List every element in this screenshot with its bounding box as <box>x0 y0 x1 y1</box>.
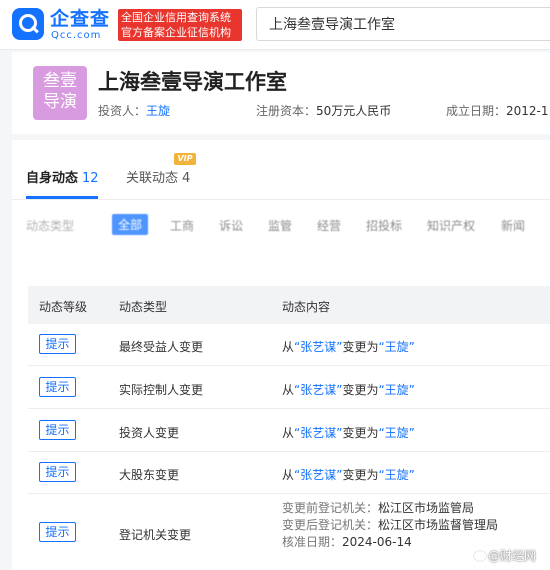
tab-self-count: 12 <box>82 171 99 186</box>
avatar-line-2: 导演 <box>43 92 77 112</box>
weibo-icon <box>474 551 486 561</box>
slogan-badge: 全国企业信用查询系统 官方备案企业征信机构 <box>118 9 242 41</box>
to-person-link[interactable]: “王旋” <box>378 426 414 440</box>
before-label: 变更前登记机关： <box>282 501 379 515</box>
header-content: 动态内容 <box>282 300 331 314</box>
tab-related-dynamics[interactable]: 关联动态 4 <box>126 167 190 186</box>
row-content: 从“张艺谋”变更为“王旋” <box>282 466 415 483</box>
filter-chip-bidding[interactable]: 招投标 <box>366 217 402 234</box>
table-row: 提示 投资人变更 从“张艺谋”变更为“王旋” <box>28 409 550 452</box>
slogan-line-1: 全国企业信用查询系统 <box>121 11 231 24</box>
from-person-link[interactable]: “张艺谋” <box>294 383 342 397</box>
filter-label: 动态类型 <box>26 219 75 233</box>
capital-info: 注册资本：50万元人民币 <box>256 102 391 119</box>
tab-self-dynamics[interactable]: 自身动态 12 <box>26 167 99 186</box>
date-label: 核准日期： <box>282 535 343 549</box>
tab-related-label: 关联动态 <box>126 171 179 186</box>
content-from-prefix: 从 <box>282 340 295 354</box>
detail-after: 变更后登记机关：松江区市场监督管理局 <box>282 517 498 533</box>
content-from-prefix: 从 <box>282 383 295 397</box>
filter-chip-ip[interactable]: 知识产权 <box>427 217 475 234</box>
company-name: 上海叁壹导演工作室 <box>98 70 287 94</box>
capital-value: 50万元人民币 <box>316 104 392 118</box>
filter-chip-all[interactable]: 全部 <box>112 214 149 235</box>
company-avatar: 叁壹 导演 <box>33 66 87 120</box>
detail-date: 核准日期：2024-06-14 <box>282 534 412 550</box>
top-header: 企查查 Qcc.com 全国企业信用查询系统 官方备案企业征信机构 <box>0 0 550 50</box>
row-content: 从“张艺谋”变更为“王旋” <box>282 424 415 441</box>
qcc-logo[interactable]: 企查查 Qcc.com <box>12 8 116 42</box>
to-person-link[interactable]: “王旋” <box>378 383 414 397</box>
table-row: 提示 实际控制人变更 从“张艺谋”变更为“王旋” <box>28 366 550 409</box>
from-person-link[interactable]: “张艺谋” <box>294 468 342 482</box>
row-type: 登记机关变更 <box>119 528 192 542</box>
logo-cn-text: 企查查 <box>50 8 111 30</box>
level-tag: 提示 <box>39 462 76 482</box>
before-value: 松江区市场监管局 <box>378 501 475 515</box>
level-tag: 提示 <box>39 334 76 354</box>
avatar-line-1: 叁壹 <box>43 71 77 91</box>
row-type: 实际控制人变更 <box>119 383 204 397</box>
table-row: 提示 登记机关变更 变更前登记机关：松江区市场监管局 变更后登记机关：松江区市场… <box>28 494 550 570</box>
dynamics-panel: 自身动态 12 关联动态 4 VIP 动态类型 全部 工商 诉讼 监管 经营 招投标… <box>12 140 550 570</box>
from-person-link[interactable]: “张艺谋” <box>294 340 342 354</box>
to-person-link[interactable]: “王旋” <box>378 340 414 354</box>
content-to-prefix: 变更为 <box>342 468 379 482</box>
filter-chip-news[interactable]: 新闻 <box>501 217 525 234</box>
investor-label: 投资人： <box>98 104 147 118</box>
header-type: 动态类型 <box>119 300 168 314</box>
watermark-text: @财经网 <box>488 549 537 563</box>
weibo-watermark: @财经网 <box>474 547 536 564</box>
date-value: 2024-06-14 <box>342 535 412 549</box>
logo-en-text: Qcc.com <box>51 30 102 41</box>
table-row: 提示 大股东变更 从“张艺谋”变更为“王旋” <box>28 452 550 494</box>
level-tag: 提示 <box>39 377 76 397</box>
table-header: 动态等级 动态类型 动态内容 <box>28 286 550 324</box>
active-tab-underline <box>26 196 98 199</box>
to-person-link[interactable]: “王旋” <box>378 468 414 482</box>
vip-badge: VIP <box>174 153 196 165</box>
capital-label: 注册资本： <box>256 104 317 118</box>
content-from-prefix: 从 <box>282 468 295 482</box>
row-type: 投资人变更 <box>119 426 180 440</box>
founded-label: 成立日期： <box>446 104 507 118</box>
content-from-prefix: 从 <box>282 426 295 440</box>
table-row: 提示 最终受益人变更 从“张艺谋”变更为“王旋” <box>28 324 550 366</box>
from-person-link[interactable]: “张艺谋” <box>294 426 342 440</box>
company-card: 叁壹 导演 上海叁壹导演工作室 投资人：王旋 注册资本：50万元人民币 成立日期… <box>12 52 550 134</box>
filter-chip-litigation[interactable]: 诉讼 <box>219 217 243 234</box>
level-tag: 提示 <box>39 420 76 440</box>
level-tag: 提示 <box>39 522 76 542</box>
filter-chip-operation[interactable]: 经营 <box>317 217 341 234</box>
founded-info: 成立日期：2012-1 <box>446 102 549 119</box>
filter-chip-business[interactable]: 工商 <box>170 217 194 234</box>
detail-before: 变更前登记机关：松江区市场监管局 <box>282 500 474 516</box>
after-label: 变更后登记机关： <box>282 518 379 532</box>
founded-value: 2012-1 <box>506 104 549 118</box>
investor-info: 投资人：王旋 <box>98 102 170 119</box>
row-type: 大股东变更 <box>119 468 180 482</box>
content-to-prefix: 变更为 <box>342 340 379 354</box>
row-type: 最终受益人变更 <box>119 340 204 354</box>
dynamics-tabs: 自身动态 12 关联动态 4 VIP <box>12 140 550 200</box>
type-filter-bar: 动态类型 全部 工商 诉讼 监管 经营 招投标 知识产权 新闻 <box>12 212 550 238</box>
filter-chip-regulation[interactable]: 监管 <box>268 217 292 234</box>
row-content: 从“张艺谋”变更为“王旋” <box>282 338 415 355</box>
tab-self-label: 自身动态 <box>26 171 79 186</box>
tab-related-count: 4 <box>182 171 191 186</box>
search-input[interactable] <box>256 7 550 41</box>
header-level: 动态等级 <box>39 300 88 314</box>
content-to-prefix: 变更为 <box>342 426 379 440</box>
after-value: 松江区市场监督管理局 <box>378 518 499 532</box>
investor-link[interactable]: 王旋 <box>146 104 170 118</box>
qcc-logo-icon <box>12 8 44 40</box>
content-to-prefix: 变更为 <box>342 383 379 397</box>
row-content: 从“张艺谋”变更为“王旋” <box>282 381 415 398</box>
slogan-line-2: 官方备案企业征信机构 <box>121 26 231 39</box>
